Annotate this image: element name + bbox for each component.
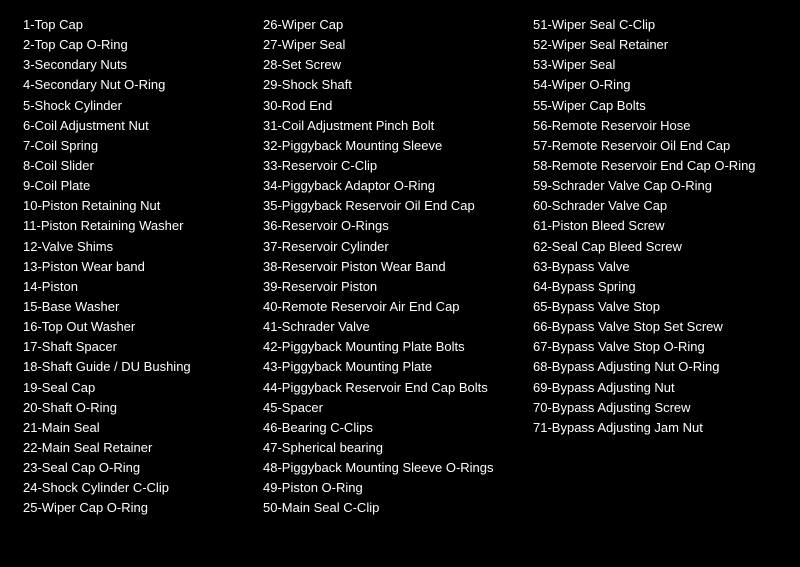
list-item: 13-Piston Wear band bbox=[23, 257, 247, 277]
list-item: 16-Top Out Washer bbox=[23, 317, 247, 337]
list-item: 63-Bypass Valve bbox=[533, 257, 777, 277]
list-item: 57-Remote Reservoir Oil End Cap bbox=[533, 136, 777, 156]
list-item: 8-Coil Slider bbox=[23, 156, 247, 176]
list-item: 22-Main Seal Retainer bbox=[23, 438, 247, 458]
list-item: 42-Piggyback Mounting Plate Bolts bbox=[263, 337, 517, 357]
list-item: 69-Bypass Adjusting Nut bbox=[533, 378, 777, 398]
list-item: 44-Piggyback Reservoir End Cap Bolts bbox=[263, 378, 517, 398]
list-item: 26-Wiper Cap bbox=[263, 15, 517, 35]
list-item: 36-Reservoir O-Rings bbox=[263, 216, 517, 236]
list-item: 55-Wiper Cap Bolts bbox=[533, 96, 777, 116]
list-item: 15-Base Washer bbox=[23, 297, 247, 317]
list-item: 31-Coil Adjustment Pinch Bolt bbox=[263, 116, 517, 136]
list-item: 46-Bearing C-Clips bbox=[263, 418, 517, 438]
list-item: 29-Shock Shaft bbox=[263, 75, 517, 95]
column-2: 26-Wiper Cap27-Wiper Seal28-Set Screw29-… bbox=[255, 10, 525, 524]
list-item: 65-Bypass Valve Stop bbox=[533, 297, 777, 317]
list-item: 53-Wiper Seal bbox=[533, 55, 777, 75]
list-item: 19-Seal Cap bbox=[23, 378, 247, 398]
list-item: 67-Bypass Valve Stop O-Ring bbox=[533, 337, 777, 357]
list-item: 38-Reservoir Piston Wear Band bbox=[263, 257, 517, 277]
list-item: 30-Rod End bbox=[263, 96, 517, 116]
list-item: 11-Piston Retaining Washer bbox=[23, 216, 247, 236]
list-item: 39-Reservoir Piston bbox=[263, 277, 517, 297]
list-item: 58-Remote Reservoir End Cap O-Ring bbox=[533, 156, 777, 176]
list-item: 12-Valve Shims bbox=[23, 237, 247, 257]
column-1: 1-Top Cap2-Top Cap O-Ring3-Secondary Nut… bbox=[15, 10, 255, 524]
list-item: 48-Piggyback Mounting Sleeve O-Rings bbox=[263, 458, 517, 478]
list-item: 43-Piggyback Mounting Plate bbox=[263, 357, 517, 377]
list-item: 2-Top Cap O-Ring bbox=[23, 35, 247, 55]
column-3: 51-Wiper Seal C-Clip52-Wiper Seal Retain… bbox=[525, 10, 785, 524]
list-item: 61-Piston Bleed Screw bbox=[533, 216, 777, 236]
list-item: 17-Shaft Spacer bbox=[23, 337, 247, 357]
list-item: 66-Bypass Valve Stop Set Screw bbox=[533, 317, 777, 337]
list-item: 41-Schrader Valve bbox=[263, 317, 517, 337]
list-item: 27-Wiper Seal bbox=[263, 35, 517, 55]
list-item: 68-Bypass Adjusting Nut O-Ring bbox=[533, 357, 777, 377]
list-item: 6-Coil Adjustment Nut bbox=[23, 116, 247, 136]
list-item: 52-Wiper Seal Retainer bbox=[533, 35, 777, 55]
list-item: 28-Set Screw bbox=[263, 55, 517, 75]
list-item: 49-Piston O-Ring bbox=[263, 478, 517, 498]
list-item: 71-Bypass Adjusting Jam Nut bbox=[533, 418, 777, 438]
list-item: 62-Seal Cap Bleed Screw bbox=[533, 237, 777, 257]
list-item: 7-Coil Spring bbox=[23, 136, 247, 156]
list-item: 70-Bypass Adjusting Screw bbox=[533, 398, 777, 418]
list-item: 4-Secondary Nut O-Ring bbox=[23, 75, 247, 95]
list-item: 25-Wiper Cap O-Ring bbox=[23, 498, 247, 518]
list-item: 18-Shaft Guide / DU Bushing bbox=[23, 357, 247, 377]
list-item: 5-Shock Cylinder bbox=[23, 96, 247, 116]
list-item: 24-Shock Cylinder C-Clip bbox=[23, 478, 247, 498]
list-item: 40-Remote Reservoir Air End Cap bbox=[263, 297, 517, 317]
list-item: 33-Reservoir C-Clip bbox=[263, 156, 517, 176]
list-item: 45-Spacer bbox=[263, 398, 517, 418]
list-item: 59-Schrader Valve Cap O-Ring bbox=[533, 176, 777, 196]
list-item: 54-Wiper O-Ring bbox=[533, 75, 777, 95]
list-item: 64-Bypass Spring bbox=[533, 277, 777, 297]
list-item: 37-Reservoir Cylinder bbox=[263, 237, 517, 257]
list-item: 60-Schrader Valve Cap bbox=[533, 196, 777, 216]
list-item: 47-Spherical bearing bbox=[263, 438, 517, 458]
list-item: 35-Piggyback Reservoir Oil End Cap bbox=[263, 196, 517, 216]
list-item: 32-Piggyback Mounting Sleeve bbox=[263, 136, 517, 156]
list-item: 51-Wiper Seal C-Clip bbox=[533, 15, 777, 35]
list-item: 21-Main Seal bbox=[23, 418, 247, 438]
list-item: 34-Piggyback Adaptor O-Ring bbox=[263, 176, 517, 196]
list-item: 23-Seal Cap O-Ring bbox=[23, 458, 247, 478]
list-item: 3-Secondary Nuts bbox=[23, 55, 247, 75]
list-item: 1-Top Cap bbox=[23, 15, 247, 35]
list-item: 14-Piston bbox=[23, 277, 247, 297]
list-item: 50-Main Seal C-Clip bbox=[263, 498, 517, 518]
list-item: 20-Shaft O-Ring bbox=[23, 398, 247, 418]
list-item: 9-Coil Plate bbox=[23, 176, 247, 196]
list-item: 56-Remote Reservoir Hose bbox=[533, 116, 777, 136]
list-item: 10-Piston Retaining Nut bbox=[23, 196, 247, 216]
parts-list: 1-Top Cap2-Top Cap O-Ring3-Secondary Nut… bbox=[15, 10, 785, 524]
